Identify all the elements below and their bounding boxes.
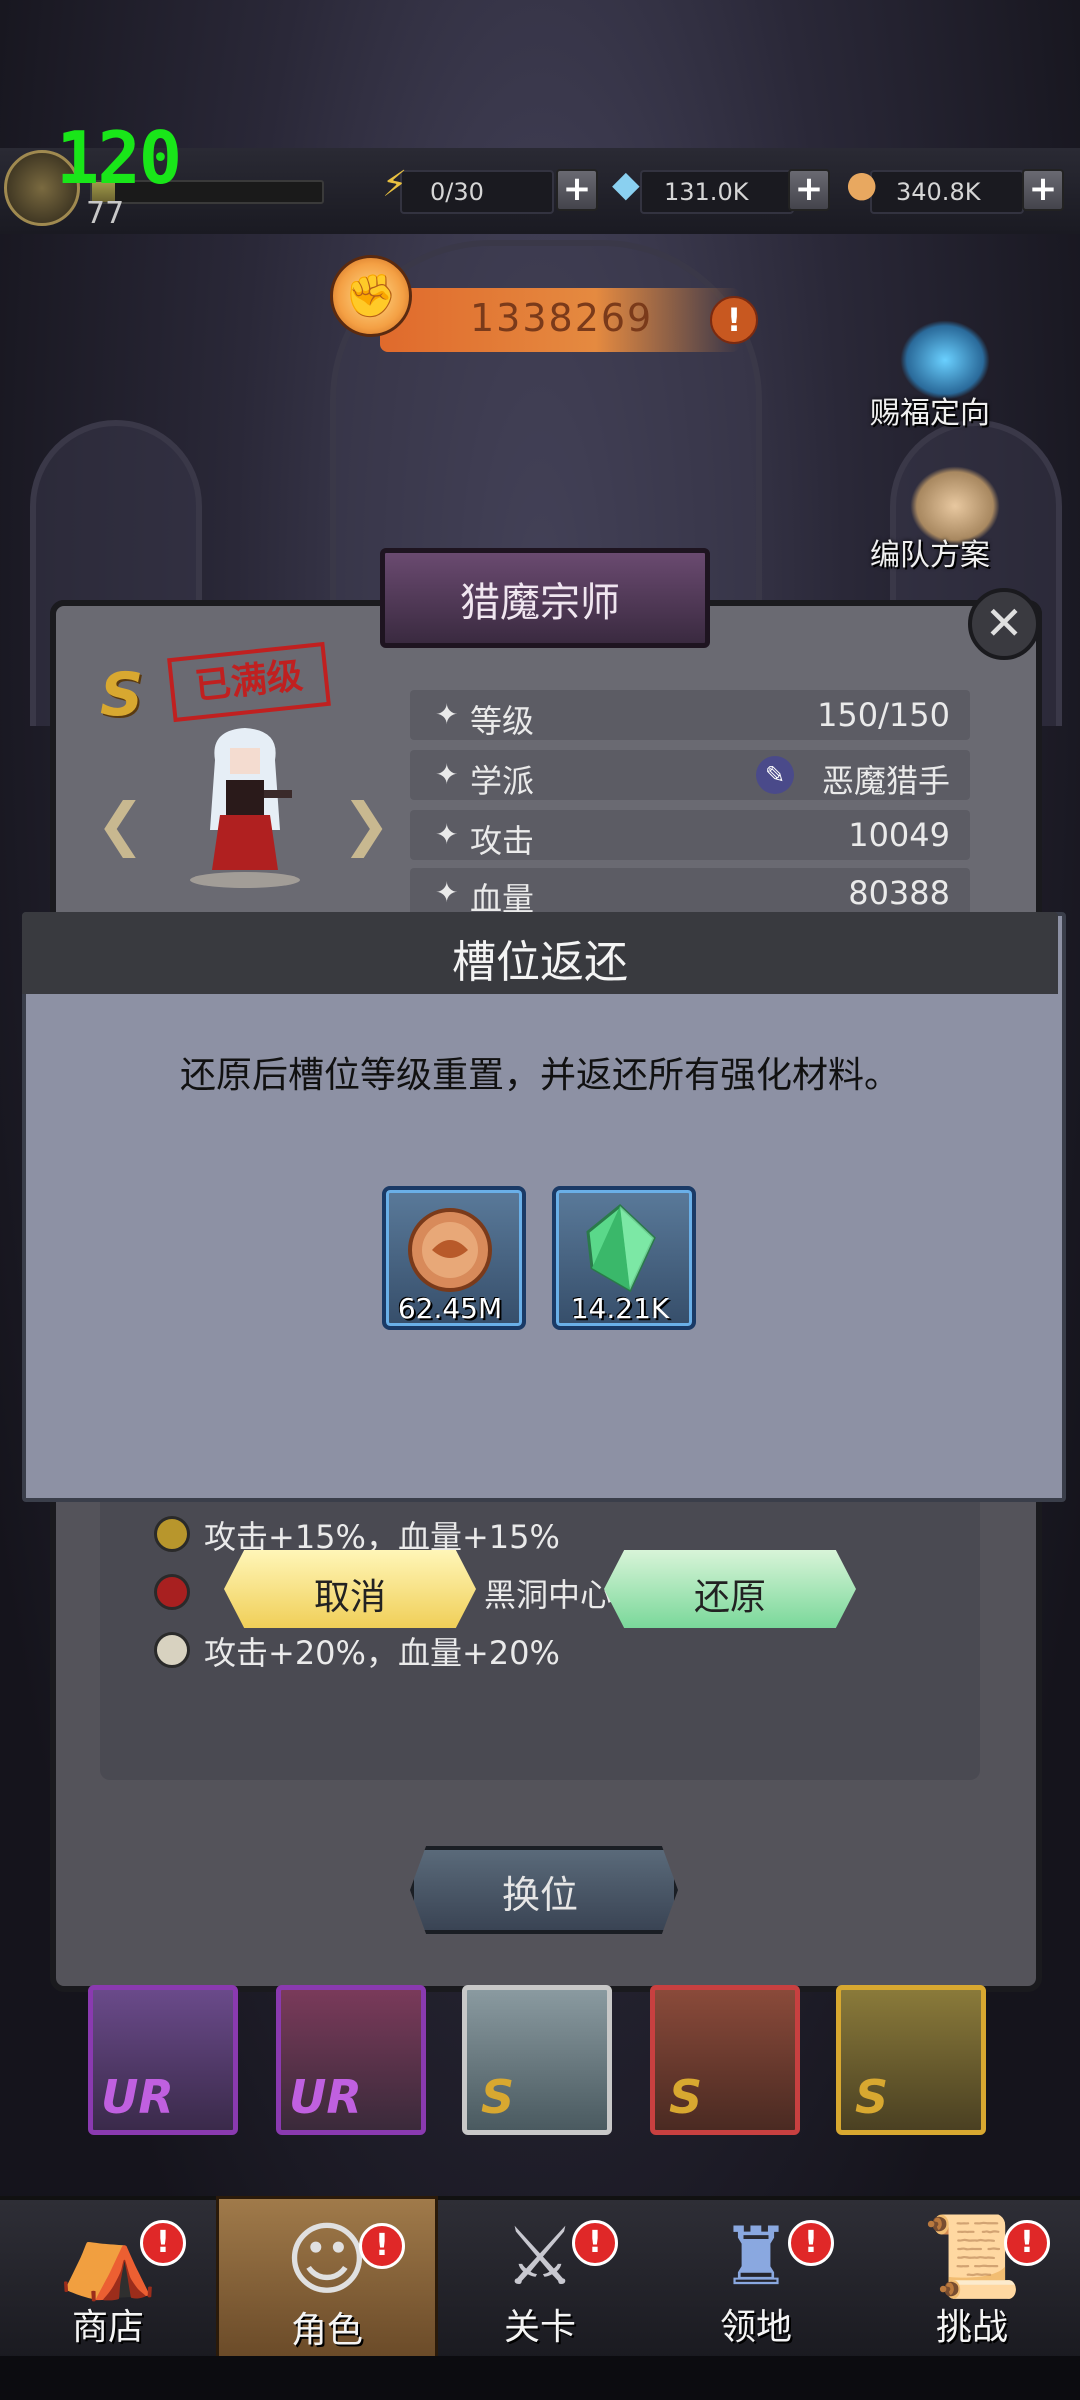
item-amount: 14.21K	[570, 1292, 670, 1325]
cancel-button-label[interactable]: 取消	[224, 1568, 476, 1620]
coin-icon	[408, 1208, 492, 1292]
dialog-description: 还原后槽位等级重置，并返还所有强化材料。	[179, 1055, 900, 1096]
slot-return-dialog	[22, 912, 1066, 1502]
shop-icon: ⛺	[58, 2210, 158, 2303]
character-icon: ☺	[285, 2213, 369, 2306]
notification-badge: !	[788, 2220, 834, 2266]
item-amount: 62.45M	[397, 1292, 503, 1325]
confirm-restore-label[interactable]: 还原	[604, 1568, 856, 1620]
notification-badge: !	[572, 2220, 618, 2266]
castle-icon: ♜	[720, 2210, 792, 2303]
notification-badge: !	[359, 2223, 405, 2269]
tab-label: 挑战	[935, 2307, 1008, 2348]
system-nav-strip	[0, 2356, 1080, 2400]
notification-badge: !	[1004, 2220, 1050, 2266]
scroll-icon: 📜	[922, 2210, 1022, 2303]
tab-challenge[interactable]: 📜 ! 挑战	[864, 2196, 1080, 2356]
tab-label: 角色	[290, 2310, 363, 2351]
tab-character[interactable]: ☺ ! 角色	[216, 2196, 438, 2362]
emerald-crystal-icon	[586, 1204, 656, 1293]
tab-stage[interactable]: ⚔ ! 关卡	[432, 2196, 648, 2356]
tab-label: 商店	[71, 2307, 144, 2348]
notification-badge: !	[140, 2220, 186, 2266]
tab-label: 领地	[719, 2307, 792, 2348]
tab-territory[interactable]: ♜ ! 领地	[648, 2196, 864, 2356]
tab-shop[interactable]: ⛺ ! 商店	[0, 2196, 216, 2356]
crossed-swords-icon: ⚔	[504, 2210, 576, 2303]
dialog-title: 槽位返还	[452, 937, 628, 988]
tab-label: 关卡	[503, 2307, 576, 2348]
